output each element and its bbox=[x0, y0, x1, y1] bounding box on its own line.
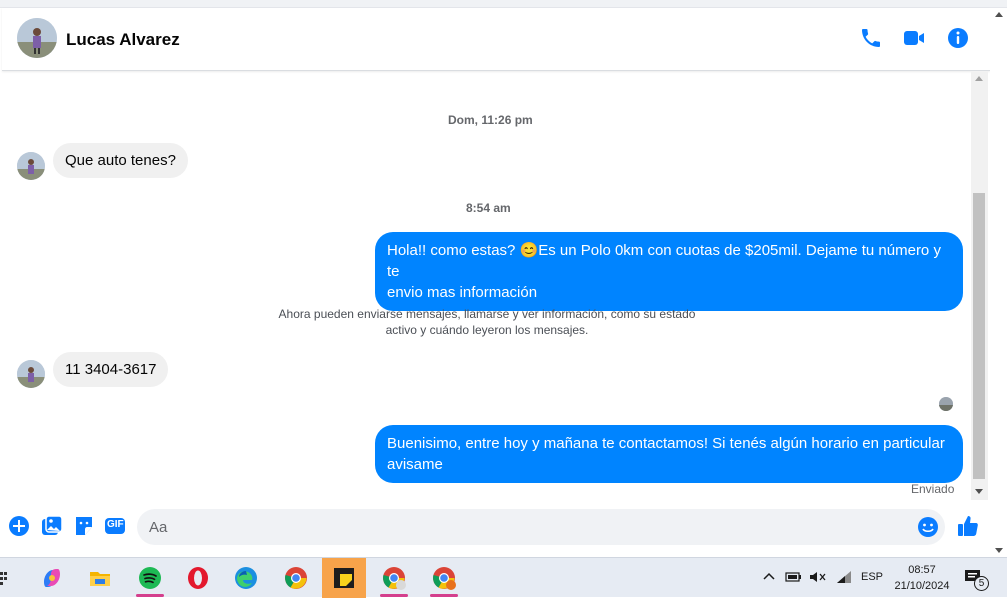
message-line: envio mas información bbox=[387, 284, 538, 301]
contact-avatar-small[interactable] bbox=[17, 152, 45, 180]
scrollbar-thumb[interactable] bbox=[973, 193, 985, 479]
gif-icon[interactable]: GIF bbox=[104, 515, 126, 537]
message-thread: Dom, 11:26 pm Que auto tenes? 8:54 am Ho… bbox=[2, 72, 970, 500]
notifications-icon[interactable]: 5 bbox=[964, 568, 994, 592]
timestamp: Dom, 11:26 pm bbox=[448, 113, 533, 127]
chat-scrollbar[interactable] bbox=[971, 72, 988, 500]
messenger-window: Lucas Alvarez Dom, 11:26 pm Que auto ten… bbox=[0, 0, 1007, 557]
clock-time: 08:57 bbox=[908, 564, 936, 576]
sticker-icon[interactable] bbox=[73, 515, 95, 537]
edge-icon[interactable] bbox=[224, 558, 268, 598]
message-line: Buenisimo, entre hoy y mañana te contact… bbox=[387, 435, 945, 452]
phone-icon[interactable] bbox=[859, 26, 883, 50]
thumbs-up-icon[interactable] bbox=[956, 514, 980, 538]
scroll-down-arrow-icon[interactable] bbox=[975, 489, 983, 494]
show-hidden-icons-chevron-icon[interactable] bbox=[762, 570, 776, 610]
message-line: avisame bbox=[387, 456, 443, 473]
page-scrollbar[interactable] bbox=[990, 8, 1007, 557]
message-composer: GIF bbox=[0, 505, 1007, 550]
taskbar-clock[interactable]: 08:57 21/10/2024 bbox=[890, 562, 954, 594]
windows-taskbar: ESP 08:57 21/10/2024 5 bbox=[0, 557, 1007, 598]
file-explorer-icon[interactable] bbox=[78, 558, 122, 598]
gif-label: GIF bbox=[107, 519, 124, 530]
message-input-container[interactable] bbox=[137, 509, 945, 545]
page-scroll-up-icon[interactable] bbox=[995, 12, 1003, 17]
chrome-profile-2-icon[interactable] bbox=[422, 558, 466, 598]
volume-muted-icon[interactable] bbox=[809, 570, 827, 610]
contact-avatar-small[interactable] bbox=[17, 360, 45, 388]
incoming-message[interactable]: 11 3404-3617 bbox=[53, 352, 169, 387]
emoji-icon[interactable] bbox=[917, 516, 939, 538]
task-view-icon[interactable] bbox=[0, 570, 8, 586]
timestamp: 8:54 am bbox=[466, 201, 511, 215]
message-input[interactable] bbox=[149, 509, 909, 545]
opera-icon[interactable] bbox=[176, 558, 220, 598]
contact-avatar[interactable] bbox=[17, 18, 57, 58]
spotify-icon[interactable] bbox=[128, 558, 172, 598]
outgoing-message[interactable]: Buenisimo, entre hoy y mañana te contact… bbox=[375, 425, 963, 483]
chrome-profile-icon[interactable] bbox=[372, 558, 416, 598]
wifi-icon[interactable] bbox=[835, 570, 853, 610]
language-indicator[interactable]: ESP bbox=[861, 571, 883, 611]
info-icon[interactable] bbox=[946, 26, 970, 50]
chat-header: Lucas Alvarez bbox=[2, 8, 990, 71]
chrome-icon[interactable] bbox=[274, 558, 318, 598]
contact-name[interactable]: Lucas Alvarez bbox=[66, 30, 180, 50]
incoming-message[interactable]: Que auto tenes? bbox=[53, 143, 188, 178]
clock-date: 21/10/2024 bbox=[894, 580, 950, 592]
system-notice: Ahora pueden enviarse mensajes, llamarse… bbox=[272, 306, 702, 338]
photo-icon[interactable] bbox=[41, 515, 63, 537]
sticky-notes-icon[interactable] bbox=[322, 558, 366, 598]
system-notice-line: Ahora pueden enviarse mensajes, llamarse… bbox=[278, 307, 696, 321]
video-camera-icon[interactable] bbox=[902, 26, 926, 50]
copilot-icon[interactable] bbox=[30, 558, 74, 598]
battery-icon[interactable] bbox=[785, 570, 803, 610]
system-notice-line: activo y cuándo leyeron los mensajes. bbox=[385, 323, 589, 337]
scroll-up-arrow-icon[interactable] bbox=[975, 76, 983, 81]
message-line: Hola!! como estas? 😊Es un Polo 0km con c… bbox=[387, 242, 941, 280]
plus-circle-icon[interactable] bbox=[8, 515, 30, 537]
message-status: Enviado bbox=[911, 482, 955, 496]
top-strip bbox=[0, 0, 1007, 8]
outgoing-message[interactable]: Hola!! como estas? 😊Es un Polo 0km con c… bbox=[375, 232, 963, 311]
notification-count-badge: 5 bbox=[974, 576, 989, 591]
seen-avatar bbox=[939, 397, 953, 411]
